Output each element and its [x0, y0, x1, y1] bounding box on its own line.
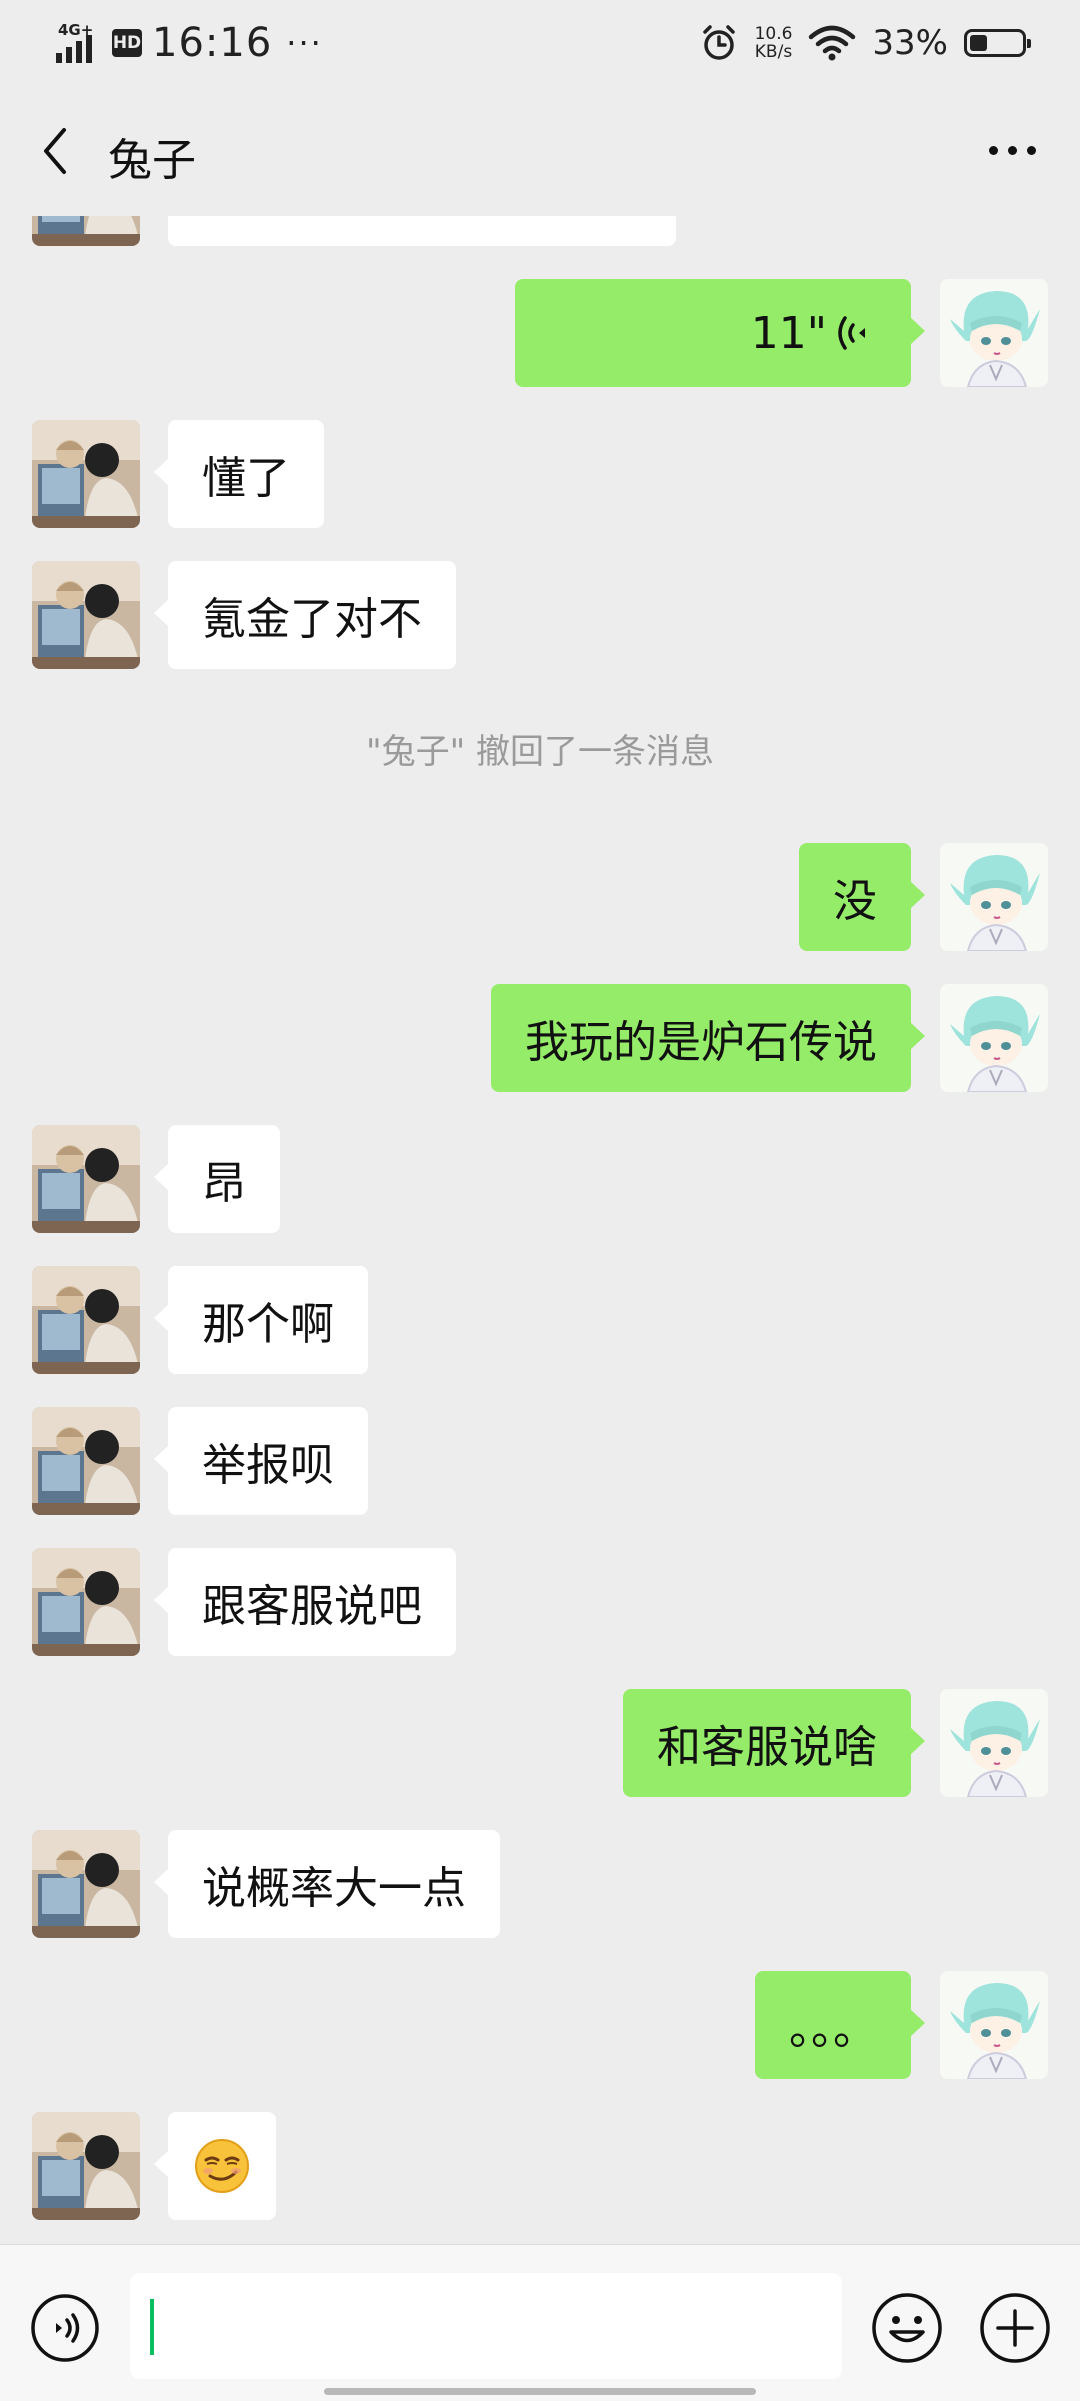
- message-bubble[interactable]: 昂: [154, 1125, 280, 1233]
- more-dots-icon: [988, 145, 998, 155]
- contact-avatar[interactable]: [32, 420, 140, 528]
- contact-avatar[interactable]: [32, 1548, 140, 1656]
- contact-avatar[interactable]: [32, 1266, 140, 1374]
- battery-fill: [970, 35, 987, 51]
- net-speed-unit: KB/s: [754, 42, 793, 62]
- incoming-message: 说概率大一点: [0, 1830, 1080, 1971]
- message-bubble[interactable]: 。。。: [755, 1971, 925, 2079]
- message-bubble[interactable]: 我朋友打输了，也这样: [168, 216, 676, 246]
- emoji-button[interactable]: [870, 2291, 944, 2365]
- home-indicator[interactable]: [324, 2388, 756, 2395]
- back-button[interactable]: [30, 116, 80, 186]
- contact-avatar[interactable]: [32, 1407, 140, 1515]
- message-bubble[interactable]: 没: [799, 843, 925, 951]
- message-text: 氪金了对不: [202, 594, 422, 645]
- incoming-message: 昂: [0, 1125, 1080, 1266]
- message-bubble[interactable]: 说概率大一点: [154, 1830, 500, 1938]
- message-bubble[interactable]: 氪金了对不: [154, 561, 456, 669]
- message-input[interactable]: [130, 2273, 842, 2379]
- message-text: 那个啊: [202, 1299, 334, 1350]
- voice-input-button[interactable]: [30, 2293, 100, 2363]
- smirk-face-emoji: [195, 2139, 249, 2193]
- outgoing-message: 和客服说啥: [0, 1689, 1080, 1830]
- alarm-icon: [702, 25, 735, 60]
- net-speed-value: 10.6: [754, 24, 793, 44]
- incoming-message: 我朋友打输了，也这样: [0, 216, 1080, 279]
- message-text: 跟客服说吧: [202, 1581, 422, 1632]
- message-text: 我玩的是炉石传说: [525, 1017, 877, 1068]
- more-notifications-icon: ···: [286, 24, 323, 62]
- plus-icon: [980, 2293, 1050, 2363]
- message-list[interactable]: 我朋友打输了，也这样 11" 懂了氪金了对不 "兔子" 撤回了一条消息没我玩的是炉石传…: [0, 216, 1080, 2244]
- chat-header: 兔子: [0, 86, 1080, 216]
- message-text: 我朋友打输了，也这样: [202, 216, 642, 224]
- message-text: 没: [833, 876, 877, 927]
- message-text: 和客服说啥: [657, 1722, 877, 1773]
- voice-message-bubble[interactable]: 11": [515, 279, 925, 387]
- contact-avatar[interactable]: [32, 216, 140, 246]
- more-options-button[interactable]: [972, 120, 1052, 180]
- network-speed: 10.6 KB/s: [755, 25, 793, 61]
- voice-input-icon: [31, 2294, 99, 2362]
- incoming-message: 氪金了对不: [0, 561, 1080, 702]
- outgoing-message: 我玩的是炉石传说: [0, 984, 1080, 1125]
- my-avatar[interactable]: [940, 984, 1048, 1092]
- text-caret: [150, 2299, 154, 2355]
- hd-icon: HD: [112, 29, 142, 57]
- incoming-message: 跟客服说吧: [0, 1548, 1080, 1689]
- my-avatar[interactable]: [940, 843, 1048, 951]
- battery-icon: [964, 29, 1031, 57]
- message-bubble[interactable]: 懂了: [154, 420, 324, 528]
- message-bubble[interactable]: 那个啊: [154, 1266, 368, 1374]
- message-text: 昂: [202, 1158, 246, 1209]
- battery-percent: 33%: [872, 23, 948, 63]
- input-bar: [0, 2244, 1080, 2401]
- clock: 16:16: [152, 20, 273, 66]
- message-text: 举报呗: [202, 1440, 334, 1491]
- incoming-message: 懂了: [0, 420, 1080, 561]
- incoming-message: [0, 2112, 1080, 2244]
- message-text: 。。。: [789, 2004, 877, 2055]
- incoming-message: 那个啊: [0, 1266, 1080, 1407]
- emoji-message-bubble[interactable]: [154, 2112, 276, 2220]
- chevron-left-icon: [44, 128, 66, 174]
- voice-duration: 11": [750, 307, 827, 359]
- cellular-signal-icon: 4G+: [56, 21, 102, 65]
- my-avatar[interactable]: [940, 1971, 1048, 2079]
- more-functions-button[interactable]: [978, 2291, 1052, 2365]
- message-bubble[interactable]: 我玩的是炉石传说: [491, 984, 925, 1092]
- chat-title: 兔子: [108, 135, 196, 186]
- status-bar: 4G+ HD 16:16 ··· 10.6 KB/s 33%: [0, 0, 1080, 86]
- wifi-icon: [809, 25, 856, 61]
- outgoing-message: 没: [0, 843, 1080, 984]
- my-avatar[interactable]: [940, 279, 1048, 387]
- message-text: 懂了: [202, 453, 290, 504]
- message-bubble[interactable]: 举报呗: [154, 1407, 368, 1515]
- my-avatar[interactable]: [940, 1689, 1048, 1797]
- recall-notice-text: "兔子" 撤回了一条消息: [365, 732, 715, 772]
- message-text: 说概率大一点: [202, 1863, 466, 1914]
- outgoing-message: 。。。: [0, 1971, 1080, 2112]
- contact-avatar[interactable]: [32, 1125, 140, 1233]
- emoji-icon: [872, 2293, 942, 2363]
- voice-wave-icon: [838, 316, 865, 350]
- message-bubble[interactable]: 跟客服说吧: [154, 1548, 456, 1656]
- contact-avatar[interactable]: [32, 561, 140, 669]
- system-notice: "兔子" 撤回了一条消息: [0, 702, 1080, 843]
- contact-avatar[interactable]: [32, 2112, 140, 2220]
- contact-avatar[interactable]: [32, 1830, 140, 1938]
- incoming-message: 举报呗: [0, 1407, 1080, 1548]
- message-bubble[interactable]: 和客服说啥: [623, 1689, 925, 1797]
- outgoing-message: 11": [0, 279, 1080, 420]
